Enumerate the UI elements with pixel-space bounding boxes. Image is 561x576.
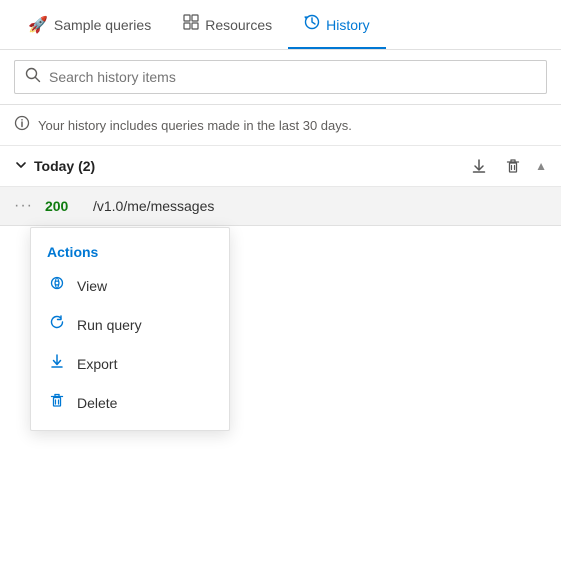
resources-icon — [183, 14, 199, 35]
chevron-down-icon — [14, 158, 28, 175]
section-title: Today (2) — [14, 158, 95, 175]
action-export[interactable]: Export — [31, 344, 229, 383]
rocket-icon: 🚀 — [28, 15, 48, 35]
history-row: ··· 200 /v1.0/me/messages Actions View — [0, 187, 561, 226]
section-actions: ▲ — [467, 156, 547, 176]
search-input[interactable] — [49, 69, 536, 85]
tab-sample-queries[interactable]: 🚀 Sample queries — [12, 1, 167, 49]
info-icon — [14, 115, 30, 135]
section-header: Today (2) ▲ — [0, 146, 561, 187]
delete-all-button[interactable] — [501, 156, 525, 176]
scroll-indicator: ▲ — [535, 159, 547, 173]
info-bar: Your history includes queries made in th… — [0, 105, 561, 146]
action-view[interactable]: View — [31, 266, 229, 305]
tab-resources[interactable]: Resources — [167, 0, 288, 49]
tab-bar: 🚀 Sample queries Resources History — [0, 0, 561, 50]
view-icon — [47, 275, 67, 296]
row-options-button[interactable]: ··· — [14, 197, 33, 215]
dropdown-header: Actions — [31, 236, 229, 266]
tab-history[interactable]: History — [288, 0, 386, 49]
action-run-query[interactable]: Run query — [31, 305, 229, 344]
endpoint-path: /v1.0/me/messages — [93, 198, 214, 214]
search-container — [0, 50, 561, 105]
search-icon — [25, 67, 41, 87]
actions-dropdown: Actions View Run query — [30, 227, 230, 431]
info-text: Your history includes queries made in th… — [38, 118, 352, 133]
search-box — [14, 60, 547, 94]
action-delete[interactable]: Delete — [31, 383, 229, 422]
download-all-button[interactable] — [467, 156, 491, 176]
history-icon — [304, 14, 320, 35]
refresh-icon — [47, 314, 67, 335]
download-icon — [47, 353, 67, 374]
status-code: 200 — [45, 198, 81, 214]
trash-icon — [47, 392, 67, 413]
